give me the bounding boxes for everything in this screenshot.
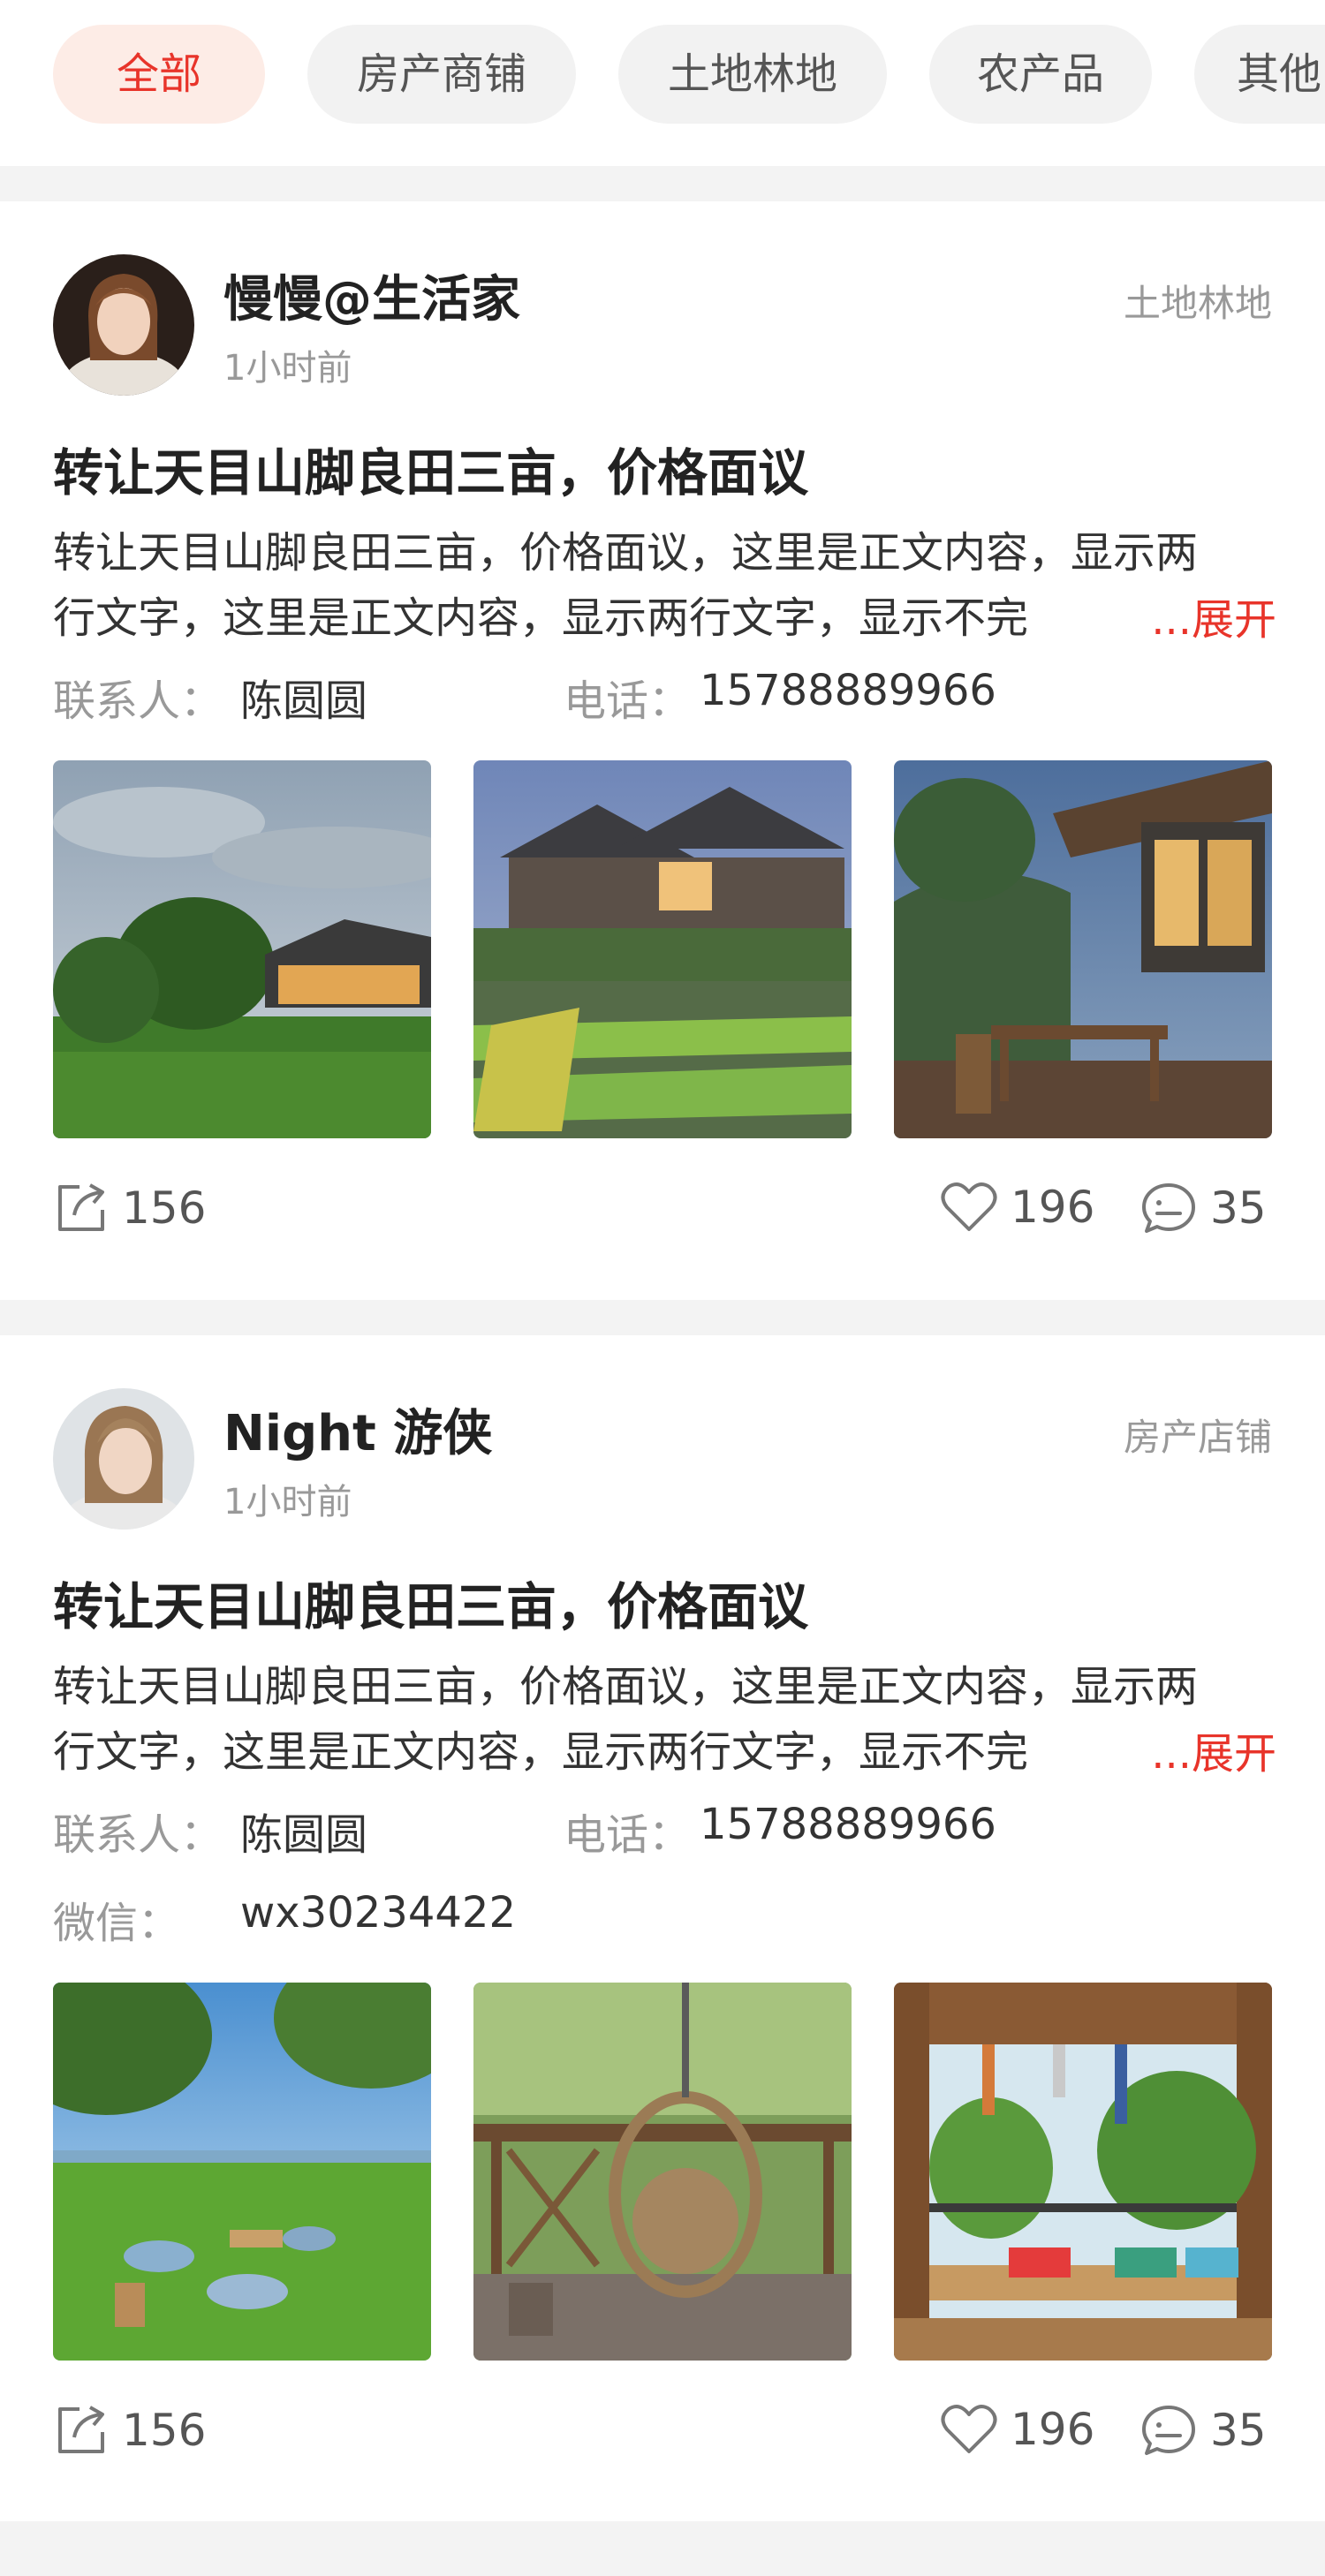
- category-label: 土地林地: [1123, 282, 1272, 325]
- wechat-label: 微信：: [53, 1899, 181, 1948]
- expand-link[interactable]: ...展开: [1151, 1719, 1276, 1780]
- post-card[interactable]: 慢慢@生活家 1小时前 土地林地 转让天目山脚良田三亩，价格面议 转让天目山脚良…: [0, 201, 1325, 1300]
- post-title[interactable]: 转让天目山脚良田三亩，价格面议: [53, 433, 808, 505]
- post-photo[interactable]: [894, 760, 1272, 1138]
- tab-all[interactable]: 全部: [53, 25, 265, 124]
- post-photo[interactable]: [894, 1983, 1272, 2361]
- share-button[interactable]: 156: [53, 2402, 206, 2459]
- comment-count: 35: [1210, 2405, 1267, 2456]
- like-count: 196: [1011, 1182, 1095, 1233]
- avatar[interactable]: [53, 254, 194, 396]
- phone-label: 电话：: [564, 676, 692, 726]
- tab-land-forest[interactable]: 土地林地: [618, 25, 887, 124]
- like-button[interactable]: 196: [940, 2402, 1094, 2457]
- post-time: 1小时前: [223, 1482, 352, 1522]
- post-photo[interactable]: [473, 1983, 852, 2361]
- comment-icon: [1142, 2406, 1195, 2455]
- post-photo[interactable]: [53, 760, 431, 1138]
- category-tabs: 全部 房产商铺 土地林地 农产品 其他: [0, 0, 1325, 166]
- post-body-line-1: 转让天目山脚良田三亩，价格面议，这里是正文内容，显示两: [53, 528, 1199, 578]
- share-button[interactable]: 156: [53, 1180, 206, 1236]
- heart-icon: [941, 1182, 997, 1231]
- comment-button[interactable]: 35: [1140, 2402, 1267, 2459]
- contact-label: 联系人：: [53, 676, 223, 726]
- comment-button[interactable]: 35: [1140, 1180, 1267, 1236]
- post-body-line-1: 转让天目山脚良田三亩，价格面议，这里是正文内容，显示两: [53, 1662, 1199, 1711]
- tab-other[interactable]: 其他: [1194, 25, 1325, 124]
- share-count: 156: [122, 2405, 207, 2456]
- author-name[interactable]: 慢慢@生活家: [223, 260, 520, 331]
- comment-count: 35: [1210, 1182, 1267, 1234]
- phone-value[interactable]: 15788889966: [700, 1800, 996, 1849]
- post-time: 1小时前: [223, 348, 352, 389]
- wechat-value[interactable]: wx30234422: [240, 1888, 516, 1938]
- like-button[interactable]: 196: [940, 1180, 1094, 1235]
- post-body-line-2: 行文字，这里是正文内容，显示两行文字，显示不完: [53, 1727, 1029, 1777]
- tab-property-shops[interactable]: 房产商铺: [307, 25, 576, 124]
- expand-link[interactable]: ...展开: [1151, 585, 1276, 646]
- avatar[interactable]: [53, 1388, 194, 1530]
- post-body-line-2: 行文字，这里是正文内容，显示两行文字，显示不完: [53, 593, 1029, 643]
- phone-label: 电话：: [564, 1810, 692, 1860]
- share-icon: [58, 2406, 104, 2453]
- like-count: 196: [1011, 2404, 1095, 2455]
- author-name[interactable]: Night 游侠: [223, 1394, 492, 1465]
- contact-label: 联系人：: [53, 1810, 223, 1860]
- post-title[interactable]: 转让天目山脚良田三亩，价格面议: [53, 1567, 808, 1639]
- share-count: 156: [122, 1182, 207, 1234]
- comment-icon: [1142, 1183, 1195, 1233]
- contact-value: 陈圆圆: [240, 676, 368, 726]
- post-card[interactable]: Night 游侠 1小时前 房产店铺 转让天目山脚良田三亩，价格面议 转让天目山…: [0, 1335, 1325, 2521]
- category-label: 房产店铺: [1123, 1416, 1272, 1459]
- post-photo[interactable]: [473, 760, 852, 1138]
- post-photo[interactable]: [53, 1983, 431, 2361]
- share-icon: [58, 1183, 104, 1231]
- contact-value: 陈圆圆: [240, 1810, 368, 1860]
- phone-value[interactable]: 15788889966: [700, 666, 996, 715]
- heart-icon: [941, 2405, 997, 2453]
- tab-agri-products[interactable]: 农产品: [929, 25, 1152, 124]
